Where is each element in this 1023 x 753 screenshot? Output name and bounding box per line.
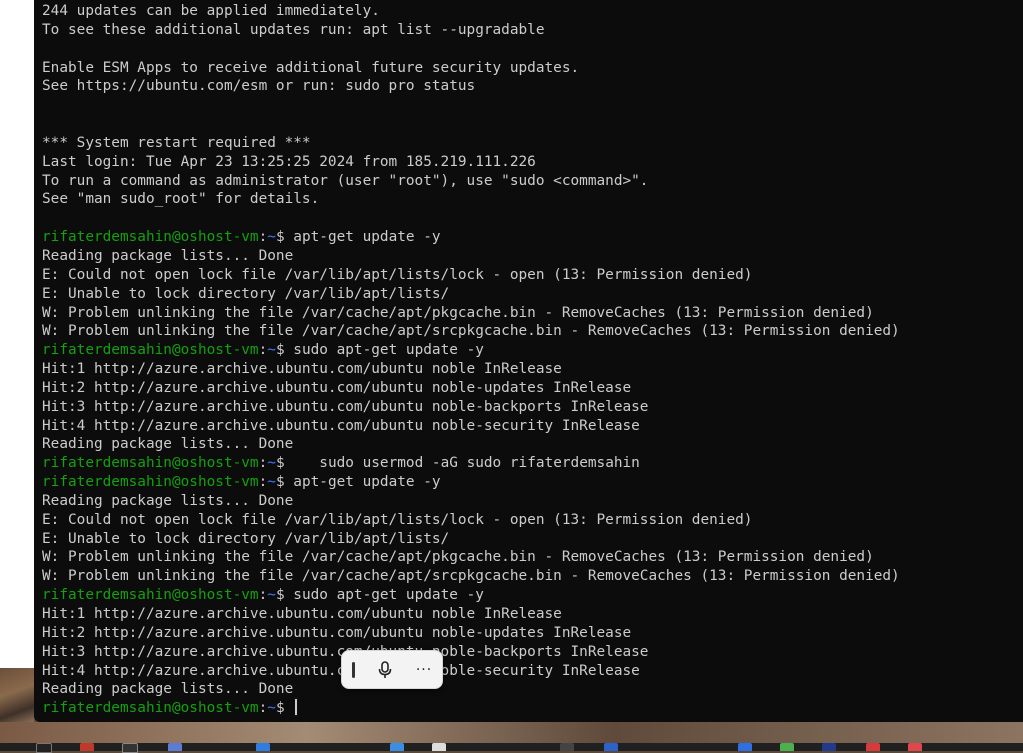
terminal-output-line: Last login: Tue Apr 23 13:25:25 2024 fro… — [42, 153, 536, 170]
prompt-user-host: rifaterdemsahin@oshost-vm — [42, 342, 259, 359]
taskbar-icon[interactable] — [738, 743, 752, 751]
taskbar-icon[interactable] — [256, 743, 270, 751]
taskbar-icon[interactable] — [36, 743, 52, 753]
command-text: sudo apt-get update -y — [284, 587, 484, 604]
terminal-output-line: W: Problem unlinking the file /var/cache… — [42, 549, 874, 566]
terminal-prompt-line: rifaterdemsahin@oshost-vm:~$ sudo apt-ge… — [42, 341, 1023, 360]
prompt-path: ~ — [267, 700, 276, 717]
terminal-output-line: Reading package lists... Done — [42, 436, 294, 453]
taskbar-icon[interactable] — [908, 743, 922, 751]
prompt-path: ~ — [267, 455, 276, 472]
terminal-output-line: Hit:1 http://azure.archive.ubuntu.com/ub… — [42, 606, 562, 622]
terminal-output-line: E: Could not open lock file /var/lib/apt… — [42, 511, 753, 528]
command-text — [285, 700, 294, 716]
terminal-output-line: W: Problem unlinking the file /var/cache… — [42, 304, 874, 321]
taskbar-icon[interactable] — [560, 743, 574, 751]
drag-handle-icon[interactable] — [351, 661, 355, 678]
terminal-output-line: Hit:3 http://azure.archive.ubuntu.com/ub… — [42, 398, 649, 415]
terminal-output-line: 244 updates can be applied immediately. — [42, 3, 380, 19]
terminal-output-line: E: Unable to lock directory /var/lib/apt… — [42, 530, 450, 547]
terminal-prompt-line: rifaterdemsahin@oshost-vm:~$ sudo usermo… — [42, 454, 1023, 473]
prompt-symbol: $ — [275, 474, 285, 491]
taskbar-icon[interactable] — [432, 743, 446, 751]
terminal-output-line: Hit:2 http://azure.archive.ubuntu.com/ub… — [42, 624, 632, 641]
command-text: sudo apt-get update -y — [284, 342, 484, 359]
more-options-button[interactable]: ··· — [416, 663, 432, 677]
taskbar-icon[interactable] — [866, 743, 880, 751]
terminal-window[interactable]: 244 updates can be applied immediately. T… — [34, 0, 1023, 722]
prompt-separator: : — [258, 700, 268, 717]
command-text: sudo usermod -aG sudo rifaterdemsahin — [284, 455, 640, 472]
desktop-wallpaper — [0, 668, 34, 728]
terminal-output[interactable]: 244 updates can be applied immediately. T… — [42, 2, 1023, 718]
terminal-output-line: Reading package lists... Done — [42, 681, 294, 698]
taskbar-icon[interactable] — [390, 743, 404, 751]
terminal-output-line: Hit:2 http://azure.archive.ubuntu.com/ub… — [42, 379, 632, 396]
voice-typing-toolbar[interactable]: ··· — [341, 650, 443, 689]
text-cursor — [295, 699, 298, 716]
terminal-output-line: See "man sudo_root" for details. — [42, 191, 320, 208]
terminal-output-line: W: Problem unlinking the file /var/cache… — [42, 568, 900, 585]
prompt-separator: : — [258, 587, 268, 604]
terminal-output-line: E: Could not open lock file /var/lib/apt… — [42, 266, 753, 283]
prompt-symbol: $ — [275, 587, 285, 604]
prompt-separator: : — [258, 455, 268, 472]
prompt-path: ~ — [267, 474, 276, 491]
taskbar — [0, 743, 1023, 753]
terminal-output-line: W: Problem unlinking the file /var/cache… — [42, 323, 900, 340]
prompt-path: ~ — [267, 342, 276, 359]
terminal-output-line: Enable ESM Apps to receive additional fu… — [42, 59, 580, 76]
terminal-output-line: Hit:4 http://azure.archive.ubuntu.com/ub… — [42, 662, 640, 679]
prompt-user-host: rifaterdemsahin@oshost-vm — [42, 455, 259, 472]
taskbar-icon[interactable] — [822, 743, 836, 751]
terminal-output-line: E: Unable to lock directory /var/lib/apt… — [42, 285, 450, 302]
prompt-symbol: $ — [275, 342, 285, 359]
command-text: apt-get update -y — [284, 474, 441, 491]
terminal-prompt-line: rifaterdemsahin@oshost-vm:~$ — [42, 699, 1023, 718]
prompt-user-host: rifaterdemsahin@oshost-vm — [42, 587, 259, 604]
taskbar-icon[interactable] — [80, 743, 94, 751]
terminal-output-line: Reading package lists... Done — [42, 247, 294, 264]
terminal-output-line: Hit:4 http://azure.archive.ubuntu.com/ub… — [42, 417, 640, 434]
desktop-background-left — [0, 0, 34, 751]
terminal-prompt-line: rifaterdemsahin@oshost-vm:~$ apt-get upd… — [42, 473, 1023, 492]
prompt-user-host: rifaterdemsahin@oshost-vm — [42, 474, 259, 491]
prompt-symbol: $ — [275, 455, 285, 472]
taskbar-icon[interactable] — [168, 743, 182, 751]
terminal-output-line: Hit:1 http://azure.archive.ubuntu.com/ub… — [42, 361, 562, 378]
terminal-output-line: Reading package lists... Done — [42, 492, 294, 509]
prompt-path: ~ — [267, 587, 276, 604]
prompt-path: ~ — [267, 229, 276, 246]
terminal-output-line: To run a command as administrator (user … — [42, 172, 649, 189]
prompt-separator: : — [258, 474, 268, 491]
prompt-separator: : — [258, 342, 268, 359]
terminal-output-line: *** System restart required *** — [42, 134, 311, 151]
prompt-separator: : — [258, 229, 268, 246]
prompt-symbol: $ — [275, 229, 285, 246]
terminal-output-line: To see these additional updates run: apt… — [42, 21, 545, 38]
taskbar-icon[interactable] — [604, 743, 618, 751]
prompt-user-host: rifaterdemsahin@oshost-vm — [42, 700, 259, 717]
prompt-user-host: rifaterdemsahin@oshost-vm — [42, 229, 259, 246]
taskbar-icon[interactable] — [122, 743, 138, 753]
terminal-output-line: Hit:3 http://azure.archive.ubuntu.com/ub… — [42, 643, 649, 660]
prompt-symbol: $ — [275, 700, 285, 717]
terminal-prompt-line: rifaterdemsahin@oshost-vm:~$ apt-get upd… — [42, 228, 1023, 247]
terminal-prompt-line: rifaterdemsahin@oshost-vm:~$ sudo apt-ge… — [42, 586, 1023, 605]
terminal-output-line: See https://ubuntu.com/esm or run: sudo … — [42, 78, 476, 95]
taskbar-icon[interactable] — [780, 743, 794, 751]
microphone-icon[interactable] — [374, 659, 396, 681]
command-text: apt-get update -y — [284, 229, 441, 246]
